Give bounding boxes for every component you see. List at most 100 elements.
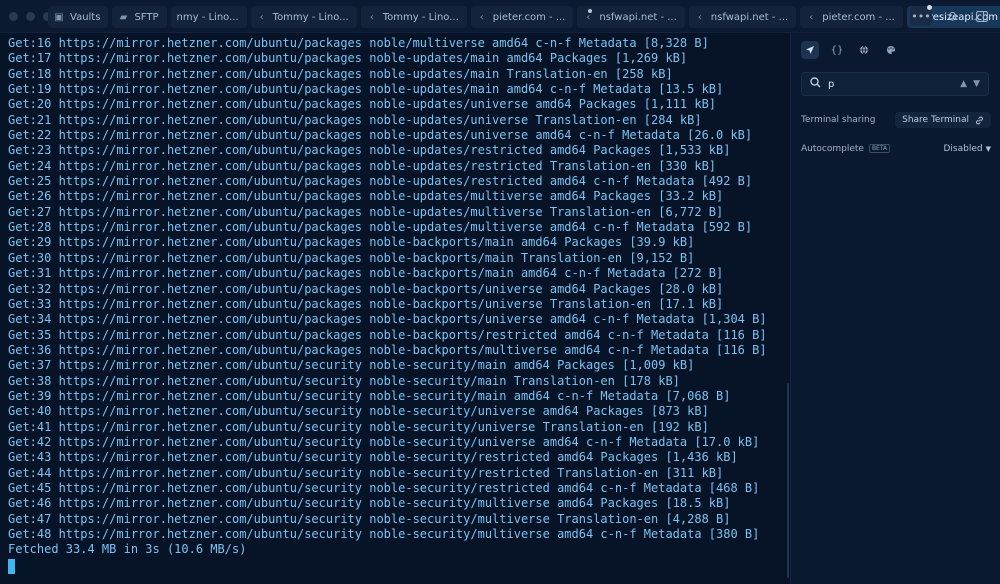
autocomplete-label: Autocomplete BETA — [801, 144, 891, 154]
palette-icon — [887, 45, 896, 54]
terminal-line: Get:33 https://mirror.hetzner.com/ubuntu… — [8, 296, 724, 311]
tab-4[interactable]: ‹ Tommy - Lino... — [360, 6, 467, 28]
terminal-line: Get:20 https://mirror.hetzner.com/ubuntu… — [8, 97, 717, 112]
tab-label: Tommy - Lino... — [272, 11, 349, 23]
tab-label: pieter.com - ... — [492, 11, 566, 23]
terminal-output[interactable]: Get:16 https://mirror.hetzner.com/ubuntu… — [0, 33, 788, 584]
layout-toggle-button[interactable] — [972, 6, 992, 26]
terminal-line: Get:40 https://mirror.hetzner.com/ubuntu… — [8, 404, 709, 419]
side-panel: {} ▲ ▼ Terminal sharing Share Terminal A… — [790, 33, 1000, 584]
terminal-search: ▲ ▼ — [801, 72, 989, 96]
terminal-icon: ‹ — [809, 11, 814, 23]
terminal-line: Get:30 https://mirror.hetzner.com/ubuntu… — [8, 250, 695, 265]
tab-2[interactable]: nmy - Lino... — [170, 6, 247, 28]
send-arrow-icon — [806, 46, 814, 54]
terminal-line: Get:45 https://mirror.hetzner.com/ubuntu… — [8, 480, 760, 495]
tab-label: nsfwapi.net - ... — [710, 11, 789, 23]
terminal-line: Get:48 https://mirror.hetzner.com/ubuntu… — [8, 527, 760, 541]
braces-icon: {} — [830, 44, 844, 56]
more-icon: ••• — [911, 9, 931, 23]
terminal-icon: ‹ — [369, 11, 374, 23]
window-controls — [9, 12, 52, 21]
more-options-button[interactable]: ••• — [910, 5, 932, 26]
terminal-line: Get:26 https://mirror.hetzner.com/ubuntu… — [8, 189, 724, 204]
terminal-line: Get:39 https://mirror.hetzner.com/ubuntu… — [8, 388, 731, 403]
panel-tabs: {} — [801, 41, 900, 59]
terminal-line: Get:29 https://mirror.hetzner.com/ubuntu… — [8, 235, 695, 250]
chevron-down-icon: ▼ — [973, 79, 980, 89]
chevron-up-icon: ▲ — [960, 79, 968, 89]
terminal-line: Get:22 https://mirror.hetzner.com/ubuntu… — [8, 128, 753, 143]
tab-label: nsfwapi.net - ... — [599, 11, 677, 23]
close-window-button[interactable] — [9, 12, 18, 21]
vault-icon: ▣ — [54, 11, 64, 23]
tab-label: pieter.com - ... — [822, 11, 895, 23]
tab-5[interactable]: ‹ pieter.com - ... — [470, 6, 574, 28]
beta-badge: BETA — [868, 144, 891, 153]
tab-3[interactable]: ‹ Tommy - Lino... — [250, 6, 357, 28]
tab-themes[interactable] — [882, 41, 900, 59]
search-input[interactable] — [828, 78, 955, 90]
share-terminal-button[interactable]: Share Terminal — [895, 112, 991, 128]
tab-bar: ▣ Vaults ▰ SFTP nmy - Lino... ‹ Tommy - Lino..… — [48, 6, 1000, 28]
autocomplete-row: Autocomplete BETA Disabled ▼ — [801, 144, 991, 154]
chevron-down-icon: ▼ — [985, 145, 991, 153]
tab-label: Tommy - Lino... — [382, 11, 459, 23]
tab-6[interactable]: ‹ nsfwapi.net - ... — [577, 6, 685, 28]
tab-1[interactable]: ▰ SFTP — [112, 6, 167, 28]
terminal-line: Get:18 https://mirror.hetzner.com/ubuntu… — [8, 66, 673, 81]
terminal-icon: ‹ — [259, 11, 264, 23]
terminal-line: Get:21 https://mirror.hetzner.com/ubuntu… — [8, 112, 702, 127]
terminal-line: Get:36 https://mirror.hetzner.com/ubuntu… — [8, 342, 767, 357]
tab-8[interactable]: ‹ pieter.com - ... — [800, 6, 903, 28]
terminal-line: Fetched 33.4 MB in 3s (10.6 MB/s) — [8, 542, 247, 557]
title-bar: ▣ Vaults ▰ SFTP nmy - Lino... ‹ Tommy - Lino..… — [0, 0, 1000, 33]
link-icon — [976, 116, 983, 124]
terminal-sharing-row: Terminal sharing Share Terminal — [801, 112, 991, 128]
notifications-button[interactable] — [942, 6, 962, 26]
terminal-icon: ‹ — [479, 11, 484, 23]
sidebar-layout-icon — [976, 10, 988, 22]
terminal-line: Get:34 https://mirror.hetzner.com/ubuntu… — [8, 312, 767, 327]
notification-dot — [927, 5, 932, 10]
folder-icon: ▰ — [119, 11, 128, 23]
bell-icon — [947, 11, 957, 21]
tab-label: SFTP — [134, 11, 159, 23]
globe-icon — [860, 45, 868, 55]
terminal-line: Get:46 https://mirror.hetzner.com/ubuntu… — [8, 496, 731, 511]
titlebar-actions: ••• — [910, 5, 992, 26]
autocomplete-dropdown[interactable]: Disabled ▼ — [944, 144, 992, 154]
search-previous-button[interactable]: ▲ — [960, 79, 967, 89]
terminal-line: Get:47 https://mirror.hetzner.com/ubuntu… — [8, 511, 731, 526]
autocomplete-value: Disabled — [943, 144, 983, 154]
terminal-line: Get:32 https://mirror.hetzner.com/ubuntu… — [8, 281, 724, 296]
terminal-icon: ‹ — [586, 11, 591, 23]
tab-snippets[interactable]: {} — [828, 41, 846, 59]
terminal-line: Get:35 https://mirror.hetzner.com/ubuntu… — [8, 327, 767, 342]
terminal-line: Get:19 https://mirror.hetzner.com/ubuntu… — [8, 82, 724, 97]
search-next-button[interactable]: ▼ — [973, 79, 980, 89]
share-terminal-label: Share Terminal — [902, 115, 969, 125]
tab-0[interactable]: ▣ Vaults — [48, 6, 109, 28]
terminal-cursor — [8, 558, 15, 574]
terminal-line: Get:23 https://mirror.hetzner.com/ubuntu… — [8, 143, 731, 158]
terminal-sharing-label: Terminal sharing — [801, 115, 876, 125]
terminal-line: Get:25 https://mirror.hetzner.com/ubuntu… — [8, 174, 753, 189]
terminal-line: Get:31 https://mirror.hetzner.com/ubuntu… — [8, 266, 724, 281]
tab-navigate[interactable] — [801, 41, 819, 59]
terminal-line: Get:42 https://mirror.hetzner.com/ubuntu… — [8, 434, 760, 449]
terminal-line: Get:27 https://mirror.hetzner.com/ubuntu… — [8, 204, 724, 219]
minimize-window-button[interactable] — [26, 12, 35, 21]
terminal-lines: Get:16 https://mirror.hetzner.com/ubuntu… — [8, 36, 788, 558]
terminal-line: Get:37 https://mirror.hetzner.com/ubuntu… — [8, 358, 695, 373]
search-icon — [810, 77, 824, 91]
autocomplete-label-text: Autocomplete — [801, 144, 864, 154]
terminal-line: Get:38 https://mirror.hetzner.com/ubuntu… — [8, 373, 680, 388]
terminal-line: Get:43 https://mirror.hetzner.com/ubuntu… — [8, 450, 738, 465]
terminal-icon: ‹ — [697, 11, 702, 23]
tab-history[interactable] — [855, 41, 873, 59]
terminal-line: Get:44 https://mirror.hetzner.com/ubuntu… — [8, 465, 724, 480]
terminal-scrollbar[interactable] — [787, 383, 789, 578]
terminal-line: Get:41 https://mirror.hetzner.com/ubuntu… — [8, 419, 709, 434]
tab-7[interactable]: ‹ nsfwapi.net - ... — [688, 6, 797, 28]
